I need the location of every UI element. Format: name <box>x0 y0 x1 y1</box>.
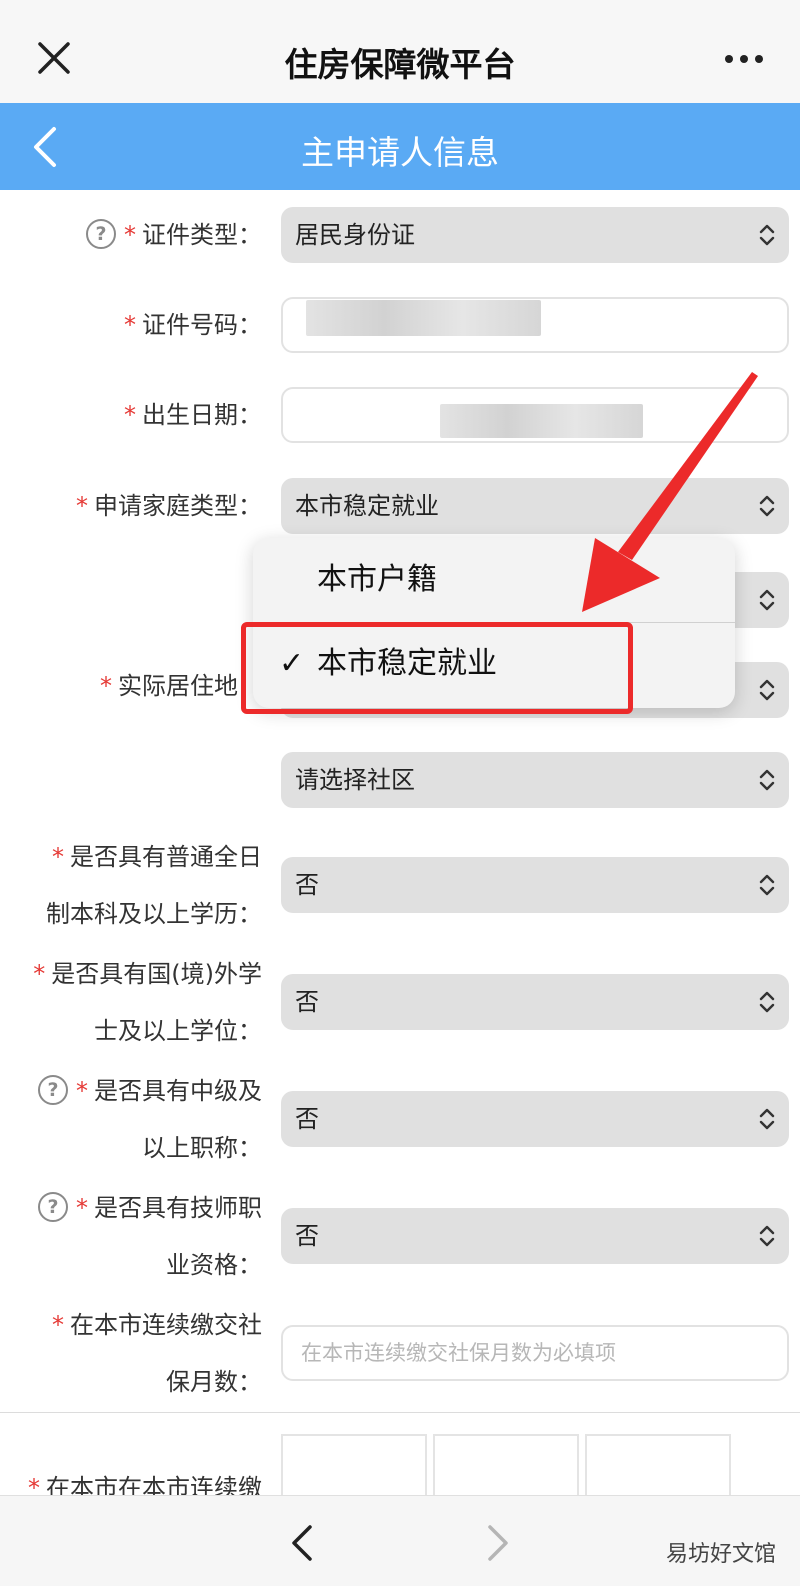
social-security-label: * 在本市连续缴交社 保月数： <box>52 1311 262 1396</box>
row-id-number: * 证件号码： <box>0 280 800 371</box>
bachelor-label: * 是否具有普通全日 制本科及以上学历： <box>46 843 262 928</box>
select-chevron-icon <box>759 679 775 701</box>
more-icon[interactable] <box>724 54 764 64</box>
residence-community-select[interactable]: 请选择社区 <box>281 752 789 808</box>
page-title: 主申请人信息 <box>301 133 499 172</box>
row-mid-title: ? * 是否具有中级及 以上职称： 否 <box>0 1061 800 1179</box>
overseas-degree-label: * 是否具有国(境)外学 士及以上学位： <box>33 960 262 1045</box>
select-chevron-icon <box>759 991 775 1013</box>
back-arrow-icon[interactable] <box>290 1524 314 1562</box>
select-chevron-icon <box>759 769 775 791</box>
overseas-degree-select[interactable]: 否 <box>281 974 789 1030</box>
forward-arrow-icon[interactable] <box>486 1524 510 1562</box>
dropdown-option[interactable]: 本市户籍 <box>253 538 735 623</box>
row-bachelor: * 是否具有普通全日 制本科及以上学历： 否 <box>0 827 800 945</box>
residence-label: * 实际居住地： <box>100 672 262 700</box>
select-chevron-icon <box>759 495 775 517</box>
watermark: 易坊好文馆 <box>665 1542 776 1567</box>
id-type-label: ? * 证件类型： <box>86 213 262 257</box>
select-chevron-icon <box>759 224 775 246</box>
select-chevron-icon <box>759 1225 775 1247</box>
bachelor-select[interactable]: 否 <box>281 857 789 913</box>
id-number-label: * 证件号码： <box>124 311 262 339</box>
family-type-select[interactable]: 本市稳定就业 <box>281 478 789 534</box>
birth-date-label: * 出生日期： <box>124 401 262 429</box>
row-technician: ? * 是否具有技师职 业资格： 否 <box>0 1178 800 1296</box>
family-type-label: * 申请家庭类型： <box>76 492 262 520</box>
page-header: 主申请人信息 <box>0 103 800 190</box>
select-chevron-icon <box>759 1108 775 1130</box>
select-chevron-icon <box>759 589 775 611</box>
select-chevron-icon <box>759 874 775 896</box>
help-icon[interactable]: ? <box>38 1192 68 1222</box>
social-security-input[interactable]: 在本市连续缴交社保月数为必填项 <box>281 1325 789 1381</box>
row-overseas-degree: * 是否具有国(境)外学 士及以上学位： 否 <box>0 944 800 1062</box>
redacted-birth-date <box>440 404 643 438</box>
id-type-select[interactable]: 居民身份证 <box>281 207 789 263</box>
mid-title-select[interactable]: 否 <box>281 1091 789 1147</box>
row-social-security: * 在本市连续缴交社 保月数： 在本市连续缴交社保月数为必填项 <box>0 1295 800 1413</box>
highlight-box <box>241 622 633 714</box>
mid-title-label: ? * 是否具有中级及 以上职称： <box>38 1063 262 1177</box>
app-top-bar: 住房保障微平台 <box>0 0 800 103</box>
row-birth-date: * 出生日期： <box>0 370 800 461</box>
help-icon[interactable]: ? <box>38 1075 68 1105</box>
row-id-type: ? * 证件类型： 居民身份证 <box>0 190 800 281</box>
technician-label: ? * 是否具有技师职 业资格： <box>38 1180 262 1294</box>
app-title: 住房保障微平台 <box>284 45 516 84</box>
redacted-id-number <box>306 300 541 336</box>
help-icon[interactable]: ? <box>86 219 116 249</box>
technician-select[interactable]: 否 <box>281 1208 789 1264</box>
